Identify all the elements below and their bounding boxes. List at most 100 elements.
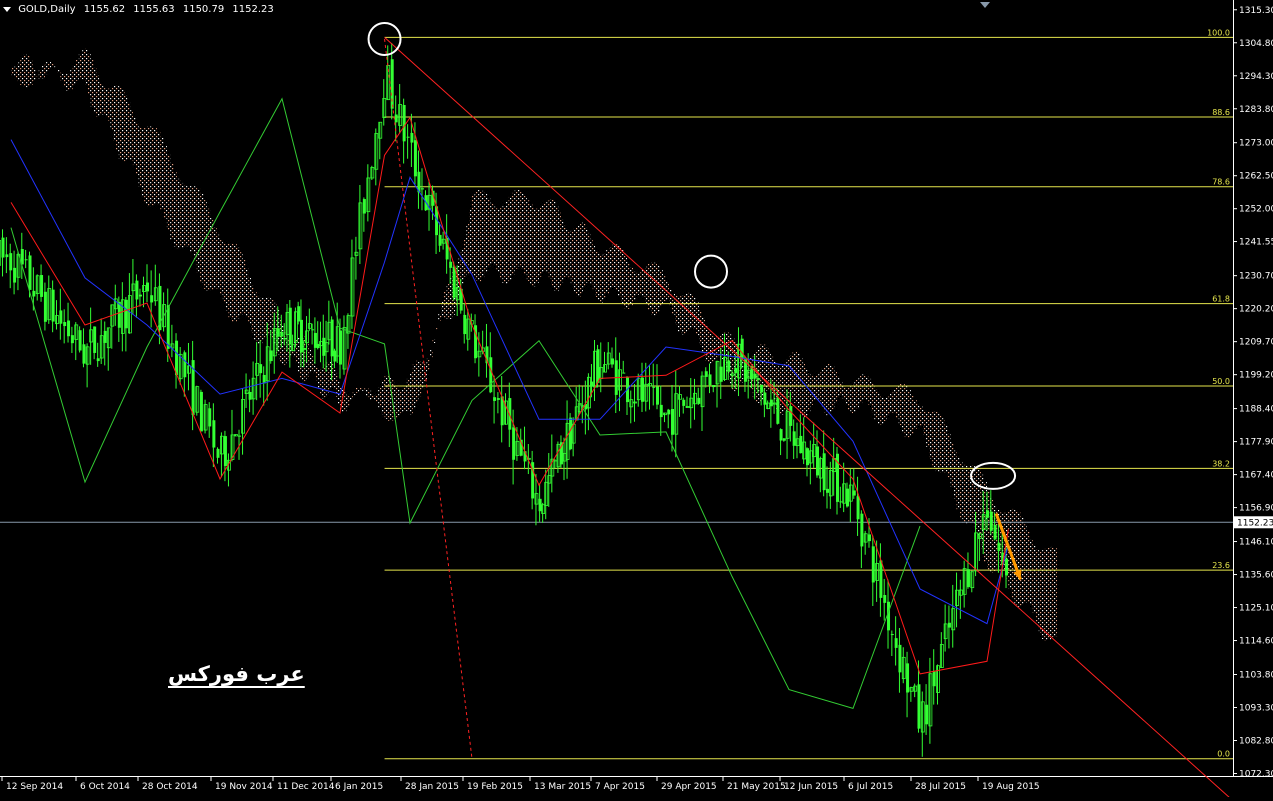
candle-body bbox=[789, 406, 793, 426]
cloud-segment bbox=[96, 74, 100, 117]
cloud-segment bbox=[1041, 550, 1045, 639]
cloud-segment bbox=[791, 352, 795, 401]
y-tick-label: 1220.20 bbox=[1239, 305, 1273, 315]
cloud-segment bbox=[499, 208, 503, 279]
cloud-segment bbox=[826, 363, 829, 416]
candle-body bbox=[993, 524, 997, 540]
candle-body bbox=[420, 188, 424, 190]
cloud-segment bbox=[432, 339, 436, 344]
x-tick-label: 6 Oct 2014 bbox=[80, 782, 130, 792]
cloud-segment bbox=[135, 123, 139, 175]
x-tick-label: 29 Apr 2015 bbox=[661, 782, 717, 792]
cloud-segment bbox=[551, 199, 554, 286]
cloud-segment bbox=[262, 297, 266, 341]
cloud-segment bbox=[684, 293, 687, 334]
candle-body bbox=[93, 326, 97, 353]
cloud-segment bbox=[156, 131, 161, 205]
cloud-segment bbox=[834, 371, 837, 403]
candle-body bbox=[146, 282, 149, 292]
cloud-segment bbox=[556, 206, 559, 292]
cloud-segment bbox=[526, 200, 530, 281]
cloud-segment bbox=[176, 178, 181, 249]
cloud-segment bbox=[326, 362, 329, 393]
cloud-segment bbox=[20, 57, 24, 85]
symbol-label: GOLD,Daily bbox=[18, 4, 76, 15]
candle-body bbox=[489, 357, 493, 393]
candle-body bbox=[734, 367, 738, 374]
candle-body bbox=[288, 307, 292, 345]
shift-marker-icon[interactable] bbox=[980, 2, 990, 8]
candle-body bbox=[452, 266, 456, 298]
cloud-segment bbox=[346, 395, 350, 407]
candle-body bbox=[659, 404, 663, 418]
candle-body bbox=[438, 234, 442, 246]
candle-body bbox=[463, 314, 467, 335]
cloud-segment bbox=[78, 54, 82, 78]
cloud-segment bbox=[381, 379, 385, 415]
cloud-segment bbox=[200, 193, 204, 283]
cloud-segment bbox=[1050, 546, 1054, 637]
candle-body bbox=[1005, 558, 1009, 576]
cloud-segment bbox=[57, 69, 61, 73]
candle-body bbox=[708, 374, 712, 386]
y-tick-label: 1252.00 bbox=[1239, 205, 1273, 215]
dropdown-triangle-icon[interactable] bbox=[3, 6, 11, 12]
cloud-segment bbox=[845, 388, 848, 405]
candle-body bbox=[493, 397, 497, 401]
cloud-segment bbox=[865, 375, 869, 400]
cloud-segment bbox=[853, 382, 857, 412]
y-tick-label: 1177.90 bbox=[1239, 438, 1273, 448]
cloud-segment bbox=[319, 368, 323, 396]
cloud-segment bbox=[831, 366, 835, 410]
cloud-segment bbox=[575, 225, 579, 297]
cloud-segment bbox=[93, 67, 97, 114]
cloud-segment bbox=[829, 363, 832, 415]
candle-body bbox=[822, 453, 826, 491]
candle-body bbox=[799, 435, 803, 454]
cloud-segment bbox=[651, 262, 654, 315]
cloud-segment bbox=[248, 277, 251, 324]
cloud-segment bbox=[802, 362, 805, 418]
cloud-segment bbox=[913, 400, 917, 429]
cloud-segment bbox=[75, 59, 79, 81]
candle-body bbox=[406, 136, 410, 138]
cloud-segment bbox=[110, 87, 114, 130]
cloud-segment bbox=[926, 411, 930, 447]
cloud-segment bbox=[953, 450, 957, 499]
cloud-segment bbox=[570, 230, 574, 285]
cloud-segment bbox=[889, 393, 893, 413]
candle-body bbox=[78, 330, 82, 351]
candle-body bbox=[394, 114, 398, 123]
cloud-segment bbox=[222, 242, 226, 302]
cloud-segment bbox=[590, 239, 593, 284]
cloud-segment bbox=[818, 372, 821, 401]
cloud-segment bbox=[322, 367, 325, 399]
cloud-segment bbox=[259, 297, 263, 344]
cloud-segment bbox=[977, 469, 981, 538]
cloud-segment bbox=[563, 225, 566, 278]
cloud-segment bbox=[842, 386, 845, 399]
cloud-segment bbox=[308, 349, 311, 373]
candle-body bbox=[51, 289, 55, 322]
cloud-segment bbox=[368, 390, 372, 400]
cloud-segment bbox=[1038, 550, 1042, 633]
cloud-segment bbox=[553, 201, 557, 291]
fib-level-label: 78.6 bbox=[1212, 178, 1230, 187]
cloud-segment bbox=[99, 81, 102, 116]
candle-body bbox=[208, 408, 212, 427]
y-tick-label: 1315.30 bbox=[1239, 6, 1273, 16]
cloud-segment bbox=[245, 268, 249, 317]
candle-body bbox=[63, 322, 67, 327]
cloud-segment bbox=[472, 194, 476, 276]
cloud-segment bbox=[959, 462, 963, 519]
cloud-segment bbox=[29, 60, 33, 85]
candle-body bbox=[890, 634, 894, 636]
candle-body bbox=[299, 319, 303, 353]
cloud-segment bbox=[72, 65, 76, 86]
cloud-segment bbox=[297, 336, 300, 373]
cloud-segment bbox=[362, 388, 366, 392]
cloud-segment bbox=[517, 190, 521, 267]
cloud-segment bbox=[463, 237, 467, 277]
x-tick-label: 19 Aug 2015 bbox=[982, 782, 1040, 792]
candle-body bbox=[166, 305, 170, 349]
